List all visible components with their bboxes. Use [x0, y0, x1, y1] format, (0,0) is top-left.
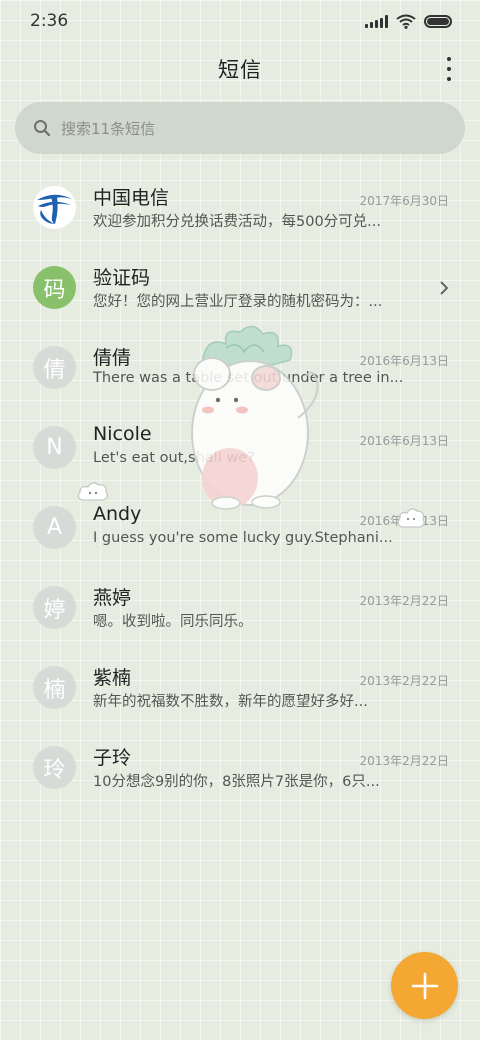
status-bar: 2:36 [0, 0, 480, 42]
plus-icon [411, 972, 438, 999]
contact-name: 中国电信 [93, 187, 170, 209]
page-title: 短信 [218, 58, 262, 82]
list-item[interactable]: 婷 燕婷 嗯。收到啦。同乐同乐。 2013年2月22日 [0, 570, 480, 650]
contact-name: 倩倩 [93, 347, 132, 369]
search-icon [34, 120, 51, 137]
contact-name: Andy [93, 503, 142, 525]
list-item[interactable]: N Nicole Let's eat out,shall we? 2016年6月… [0, 410, 480, 490]
list-item[interactable]: 玲 子玲 10分想念9别的你，8张照片7张是你，6只... 2013年2月22日 [0, 730, 480, 810]
battery-icon [424, 14, 452, 28]
message-date: 2013年2月22日 [359, 594, 449, 608]
message-preview: I guess you're some lucky guy.Stephani..… [93, 530, 393, 546]
contact-name: 子玲 [93, 747, 132, 769]
message-date: 2016年6月13日 [359, 354, 449, 368]
status-time: 2:36 [30, 11, 69, 31]
list-item[interactable]: 楠 紫楠 新年的祝福数不胜数，新年的愿望好多好... 2013年2月22日 [0, 650, 480, 730]
status-icons [365, 14, 452, 29]
message-preview: 新年的祝福数不胜数，新年的愿望好多好... [93, 694, 368, 710]
contact-name: Nicole [93, 423, 152, 445]
more-vertical-icon[interactable] [444, 57, 454, 81]
message-preview: 10分想念9别的你，8张照片7张是你，6只... [93, 774, 380, 790]
list-item[interactable]: 倩 倩倩 There was a table set out under a t… [0, 330, 480, 410]
message-preview: 嗯。收到啦。同乐同乐。 [93, 614, 253, 630]
list-item[interactable]: 码 验证码 您好！您的网上营业厅登录的随机密码为：... [0, 250, 480, 330]
search-placeholder: 搜索11条短信 [61, 119, 156, 138]
app-bar: 短信 [0, 48, 480, 90]
signal-icon [365, 14, 388, 28]
search-input[interactable]: 搜索11条短信 [15, 102, 465, 154]
message-date: 2016年6月13日 [359, 514, 449, 528]
message-preview: Let's eat out,shall we? [93, 450, 255, 466]
list-item[interactable]: 中国电信 欢迎参加积分兑换话费活动，每500分可兑... 2017年6月30日 [0, 170, 480, 250]
china-telecom-logo [33, 186, 76, 229]
conversation-list: 中国电信 欢迎参加积分兑换话费活动，每500分可兑... 2017年6月30日 … [0, 170, 480, 810]
message-preview: 欢迎参加积分兑换话费活动，每500分可兑... [93, 214, 382, 230]
message-date: 2013年2月22日 [359, 674, 449, 688]
avatar: 楠 [33, 666, 76, 709]
avatar: N [33, 426, 76, 469]
message-date: 2013年2月22日 [359, 754, 449, 768]
avatar: 码 [33, 266, 76, 309]
list-item[interactable]: A Andy I guess you're some lucky guy.Ste… [0, 490, 480, 570]
avatar: 倩 [33, 346, 76, 389]
avatar: A [33, 506, 76, 549]
chevron-right-icon [440, 281, 449, 295]
contact-name: 验证码 [93, 267, 151, 289]
contact-name: 燕婷 [93, 587, 132, 609]
avatar: 玲 [33, 746, 76, 789]
contact-name: 紫楠 [93, 667, 132, 689]
message-date: 2017年6月30日 [359, 194, 449, 208]
avatar: 婷 [33, 586, 76, 629]
message-preview: 您好！您的网上营业厅登录的随机密码为：... [93, 294, 383, 310]
message-preview: There was a table set out under a tree i… [93, 370, 403, 386]
wifi-icon [396, 14, 416, 29]
new-message-button[interactable] [391, 952, 458, 1019]
message-date: 2016年6月13日 [359, 434, 449, 448]
